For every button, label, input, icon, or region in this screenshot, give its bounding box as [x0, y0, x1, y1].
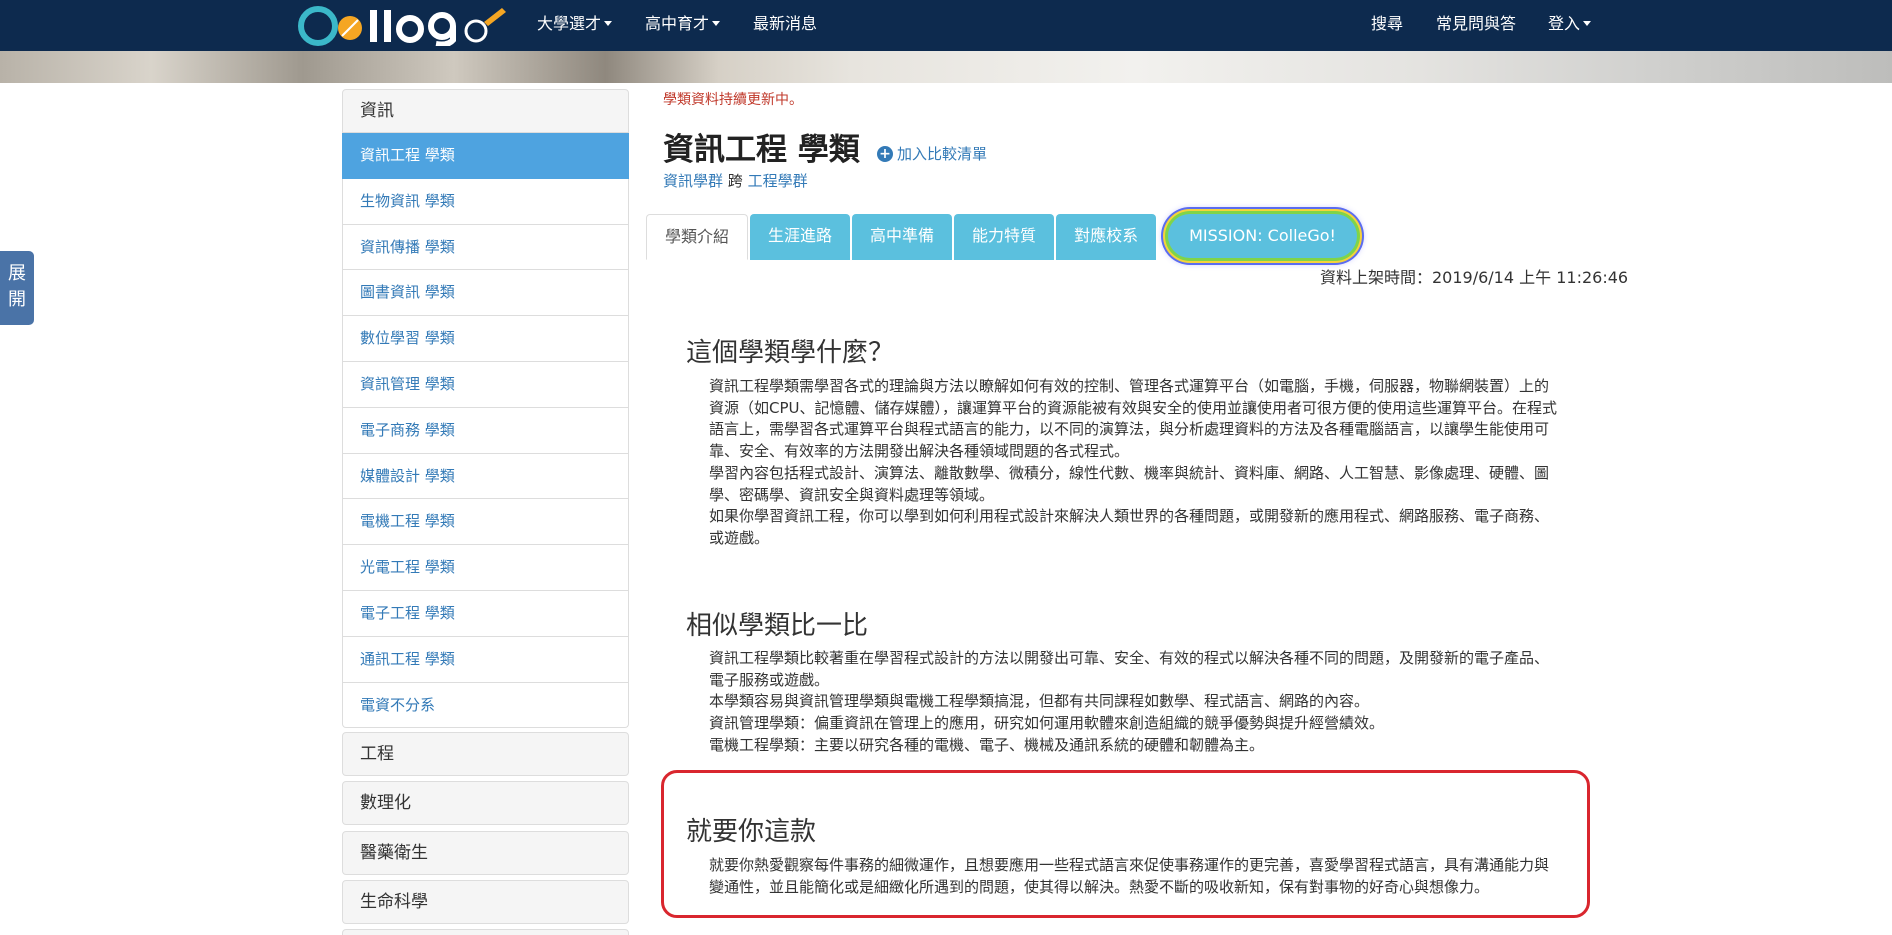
- paragraph: 資訊工程學類需學習各式的理論與方法以瞭解如何有效的控制、管理各式運算平台（如電腦…: [709, 377, 1558, 461]
- content-tabs: 學類介紹 生涯進路 高中準備 能力特質 對應校系 MISSION: ColleG…: [646, 214, 1357, 260]
- side-tab-label: 展: [8, 263, 26, 284]
- collego-logo[interactable]: Colle9o: [298, 4, 508, 46]
- section-body: 就要你熱愛觀察每件事務的細微運作，且想要應用一些程式語言來促使事務運作的更完善，…: [709, 855, 1561, 898]
- tab-highschool-prep[interactable]: 高中準備: [852, 214, 953, 260]
- paragraph: 資訊管理學類：偏重資訊在管理上的應用，研究如何運用軟體來創造組織的競爭優勢與提升…: [709, 714, 1385, 733]
- tab-departments[interactable]: 對應校系: [1056, 214, 1157, 260]
- nav-item-news[interactable]: 最新消息: [753, 0, 817, 51]
- top-navbar: Colle9o 大學選才 高中育才 最新消息 搜尋 常見問與答 登入: [0, 0, 1892, 51]
- section-body: 資訊工程學類比較著重在學習程式設計的方法以開發出可靠、安全、有效的程式以解決各種…: [709, 648, 1561, 757]
- tab-abilities[interactable]: 能力特質: [954, 214, 1055, 260]
- nav-item-label: 常見問與答: [1436, 14, 1517, 33]
- plus-circle-icon: +: [877, 145, 893, 162]
- nav-item-admissions[interactable]: 大學選才: [537, 0, 613, 51]
- group-separator: 跨: [727, 172, 743, 190]
- nav-item-faq[interactable]: 常見問與答: [1436, 0, 1516, 51]
- category-item[interactable]: 媒體設計 學類: [342, 453, 629, 500]
- paragraph: 如果你學習資訊工程，你可以學到如何利用程式設計來解決人類世界的各種問題，或開發新…: [709, 507, 1550, 547]
- tab-introduction[interactable]: 學類介紹: [646, 214, 749, 260]
- nav-item-label: 高中育才: [645, 14, 710, 33]
- caret-down-icon: [1583, 21, 1592, 26]
- nav-item-highschool[interactable]: 高中育才: [645, 0, 721, 51]
- category-group-info[interactable]: 資訊: [342, 89, 629, 133]
- header-banner-image: [0, 51, 1892, 83]
- paragraph: 本學類容易與資訊管理學類與電機工程學類搞混，但都有共同課程如數學、程式語言、網路…: [709, 692, 1370, 711]
- caret-down-icon: [712, 21, 721, 26]
- group-link-info[interactable]: 資訊學群: [663, 172, 723, 190]
- category-group-engineering[interactable]: 工程: [342, 732, 629, 776]
- category-group-medicine[interactable]: 醫藥衛生: [342, 831, 629, 875]
- paragraph: 電機工程學類：主要以研究各種的電機、電子、機械及通訊系統的硬體和韌體為主。: [709, 735, 1265, 754]
- compare-link-label: 加入比較清單: [897, 145, 988, 163]
- nav-item-search[interactable]: 搜尋: [1371, 0, 1403, 51]
- nav-item-label: 登入: [1548, 14, 1581, 33]
- section-title: 相似學類比一比: [686, 611, 869, 641]
- nav-item-label: 最新消息: [753, 14, 818, 33]
- category-list: 資訊 資訊工程 學類 生物資訊 學類 資訊傳播 學類 圖書資訊 學類 數位學習 …: [342, 89, 629, 729]
- category-group-life-science[interactable]: 生命科學: [342, 880, 629, 924]
- category-item[interactable]: 數位學習 學類: [342, 316, 629, 362]
- paragraph: 學習內容包括程式設計、演算法、離散數學、微積分，線性代數、機率與統計、資料庫、網…: [709, 463, 1550, 504]
- section-title: 這個學類學什麼？: [686, 338, 895, 368]
- section-body: 資訊工程學類需學習各式的理論與方法以瞭解如何有效的控制、管理各式運算平台（如電腦…: [709, 376, 1561, 550]
- category-item[interactable]: 電子商務 學類: [342, 407, 629, 454]
- nav-item-label: 大學選才: [537, 14, 602, 33]
- paragraph: 就要你熱愛觀察每件事務的細微運作，且想要應用一些程式語言來促使事務運作的更完善，…: [709, 856, 1550, 896]
- tab-career[interactable]: 生涯進路: [750, 214, 851, 260]
- update-notice: 學類資料持續更新中。: [663, 92, 803, 108]
- category-item[interactable]: 通訊工程 學類: [342, 636, 629, 683]
- group-link-engineering[interactable]: 工程學群: [748, 172, 808, 190]
- add-to-compare-link[interactable]: + 加入比較清單: [877, 143, 987, 164]
- category-item[interactable]: 資訊工程 學類: [342, 133, 629, 179]
- category-item[interactable]: 圖書資訊 學類: [342, 270, 629, 317]
- major-groups: 資訊學群 跨 工程學群: [663, 170, 808, 191]
- caret-down-icon: [604, 21, 613, 26]
- side-tab-label: 開: [8, 289, 26, 310]
- tab-mission-collego[interactable]: MISSION: ColleGo!: [1168, 214, 1357, 258]
- category-item[interactable]: 資訊管理 學類: [342, 361, 629, 408]
- section-title: 就要你這款: [686, 817, 817, 847]
- nav-item-login[interactable]: 登入: [1548, 0, 1592, 51]
- paragraph: 資訊工程學類比較著重在學習程式設計的方法以開發出可靠、安全、有效的程式以解決各種…: [709, 649, 1550, 689]
- category-group-next[interactable]: [342, 929, 629, 935]
- updated-time: 資料上架時間：2019/6/14 上午 11:26:46: [1320, 268, 1629, 287]
- nav-item-label: 搜尋: [1371, 14, 1404, 33]
- page-title: 資訊工程 學類: [663, 132, 860, 168]
- category-item[interactable]: 電子工程 學類: [342, 590, 629, 637]
- category-group-math-science[interactable]: 數理化: [342, 781, 629, 825]
- category-item[interactable]: 光電工程 學類: [342, 545, 629, 591]
- category-item[interactable]: 資訊傳播 學類: [342, 224, 629, 271]
- logo-mark: [298, 6, 506, 46]
- expand-side-tab[interactable]: 展 開: [0, 251, 34, 325]
- category-item[interactable]: 電機工程 學類: [342, 499, 629, 546]
- category-item[interactable]: 電資不分系: [342, 682, 629, 729]
- category-item[interactable]: 生物資訊 學類: [342, 178, 629, 225]
